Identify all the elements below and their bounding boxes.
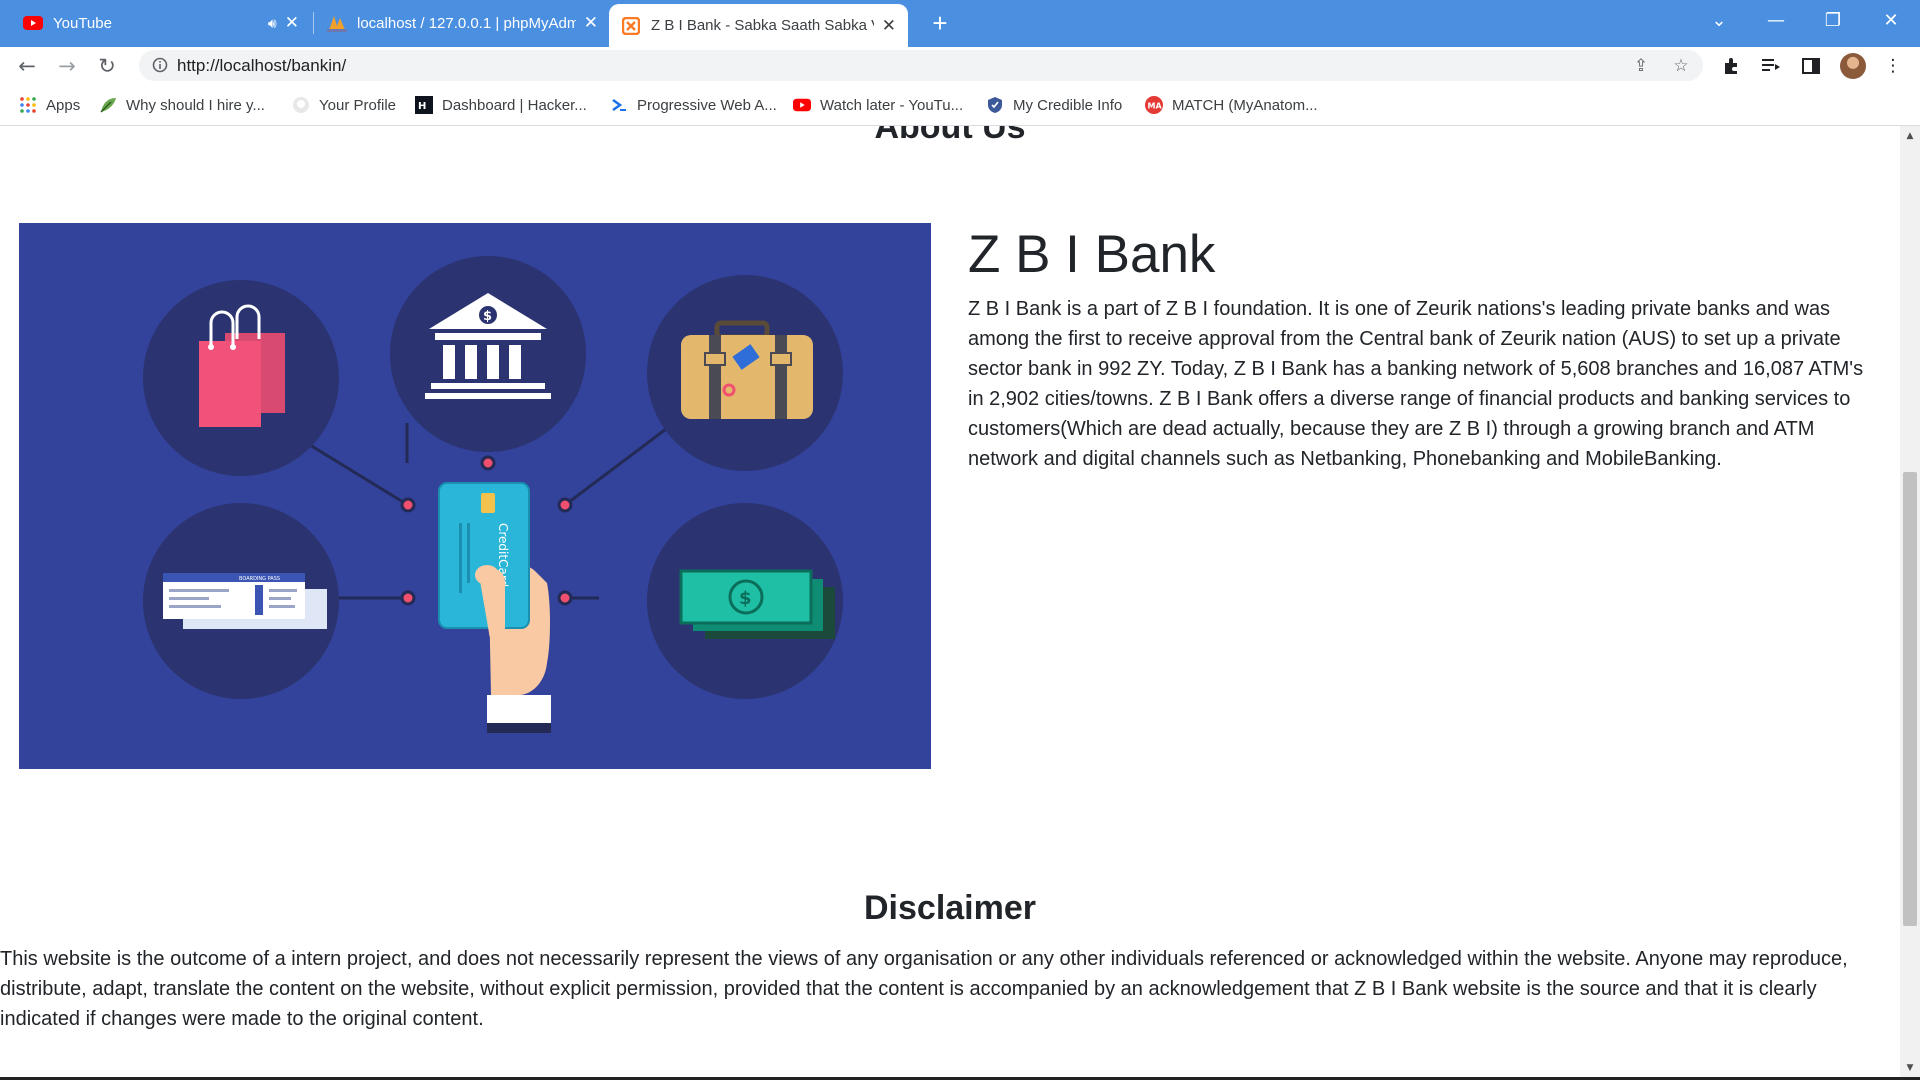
tab-phpmyadmin[interactable]: localhost / 127.0.0.1 | phpMyAdmin ✕ (315, 6, 610, 40)
bookmark-label: Why should I hire y... (126, 96, 265, 114)
extensions-icon[interactable] (1718, 53, 1744, 79)
bookmark-watch-later[interactable]: Watch later - YouTu... (793, 95, 963, 115)
bookmark-apps[interactable]: Apps (19, 95, 80, 115)
scroll-down-arrow-icon[interactable]: ▼ (1900, 1060, 1920, 1076)
svg-text:MA: MA (1148, 102, 1163, 111)
bookmark-match[interactable]: MA MATCH (MyAnatom... (1145, 95, 1318, 115)
svg-text:BOARDING PASS: BOARDING PASS (239, 576, 280, 582)
close-tab-icon[interactable]: ✕ (882, 16, 896, 36)
tab-title: YouTube (53, 14, 112, 32)
menu-dots-icon[interactable]: ⋮ (1880, 53, 1906, 79)
bookmark-label: My Credible Info (1013, 96, 1123, 114)
minimize-icon[interactable]: — (1753, 0, 1799, 40)
svg-text:H: H (418, 101, 426, 112)
tab-youtube[interactable]: YouTube 🔊︎ ✕ (11, 6, 311, 40)
banking-illustration: $ BOARDING PASS $ CreditCard (19, 223, 931, 769)
share-icon[interactable]: ⇪ (1629, 54, 1653, 78)
money-stack-icon: $ (679, 569, 835, 639)
terminal-chevron-icon (610, 96, 628, 114)
bookmark-your-profile[interactable]: Your Profile (292, 95, 396, 115)
new-tab-button[interactable]: + (923, 6, 957, 40)
ma-badge-icon: MA (1145, 96, 1163, 114)
bookmark-label: Watch later - YouTu... (820, 96, 964, 114)
forward-icon[interactable]: → (52, 51, 82, 81)
tab-strip: YouTube 🔊︎ ✕ localhost / 127.0.0.1 | php… (0, 0, 1920, 47)
youtube-icon (793, 96, 811, 114)
bookmark-label: Dashboard | Hacker... (442, 96, 587, 114)
youtube-icon (23, 13, 43, 33)
suitcase-icon (681, 320, 813, 419)
bookmarks-bar: Apps Why should I hire y... Your Profile… (0, 84, 1920, 126)
phpmyadmin-icon (327, 13, 347, 33)
back-icon[interactable]: ← (12, 51, 42, 81)
bank-title: Z B I Bank (968, 225, 1216, 284)
browser-toolbar: ← → ↻ http://localhost/bankin/ ⇪ ☆ ⋮ (0, 47, 1920, 84)
restore-icon[interactable]: ❐ (1810, 0, 1856, 40)
shield-icon (986, 96, 1004, 114)
page-viewport: About Us $ BOARDING PASS $ CreditCard Z … (0, 126, 1900, 1080)
close-window-icon[interactable]: ✕ (1868, 0, 1914, 40)
bank-description: Z B I Bank is a part of Z B I foundation… (968, 298, 1864, 470)
boarding-pass-icon: BOARDING PASS (163, 573, 327, 629)
bookmark-star-icon[interactable]: ☆ (1669, 54, 1693, 78)
close-tab-icon[interactable]: ✕ (584, 13, 598, 33)
github-icon (292, 96, 310, 114)
address-bar[interactable]: http://localhost/bankin/ ⇪ ☆ (139, 50, 1703, 81)
hackerrank-icon: H (415, 96, 433, 114)
bookmark-pwa[interactable]: Progressive Web A... (610, 95, 777, 115)
bookmark-leaf-icon (99, 96, 117, 114)
reload-icon[interactable]: ↻ (92, 51, 122, 81)
svg-text:$: $ (483, 309, 492, 324)
bookmark-label: Your Profile (319, 96, 396, 114)
speaker-icon[interactable]: 🔊︎ (268, 15, 277, 32)
bookmark-label: MATCH (MyAnatom... (1172, 96, 1318, 114)
about-heading: About Us (874, 126, 1026, 146)
tab-zbi-bank[interactable]: Z B I Bank - Sabka Saath Sabka Vikas ✕ (609, 4, 908, 47)
bookmark-label: Progressive Web A... (637, 96, 777, 114)
profile-avatar[interactable] (1840, 53, 1866, 79)
svg-text:$: $ (739, 588, 752, 609)
scroll-up-arrow-icon[interactable]: ▲ (1900, 128, 1920, 144)
url-text[interactable]: http://localhost/bankin/ (177, 56, 346, 76)
xampp-icon (621, 16, 641, 36)
disclaimer-text: This website is the outcome of a intern … (0, 948, 1848, 1030)
bookmark-label: Apps (46, 96, 81, 114)
site-info-icon[interactable] (151, 56, 169, 74)
tab-separator (313, 12, 314, 34)
side-panel-icon[interactable] (1798, 53, 1824, 79)
tab-title: localhost / 127.0.0.1 | phpMyAdmin (357, 14, 576, 32)
page-scrollbar[interactable]: ▲ ▼ (1900, 126, 1920, 1080)
bookmark-hire[interactable]: Why should I hire y... (99, 95, 265, 115)
scroll-thumb[interactable] (1903, 472, 1917, 926)
apps-grid-icon (19, 96, 37, 114)
tab-title: Z B I Bank - Sabka Saath Sabka Vikas (651, 17, 874, 34)
tab-search-icon[interactable]: ⌄ (1696, 0, 1742, 40)
close-tab-icon[interactable]: ✕ (285, 13, 299, 33)
bookmark-credible-info[interactable]: My Credible Info (986, 95, 1122, 115)
disclaimer-heading: Disclaimer (864, 889, 1036, 927)
media-queue-icon[interactable] (1758, 53, 1784, 79)
bookmark-hackerrank[interactable]: H Dashboard | Hacker... (415, 95, 587, 115)
